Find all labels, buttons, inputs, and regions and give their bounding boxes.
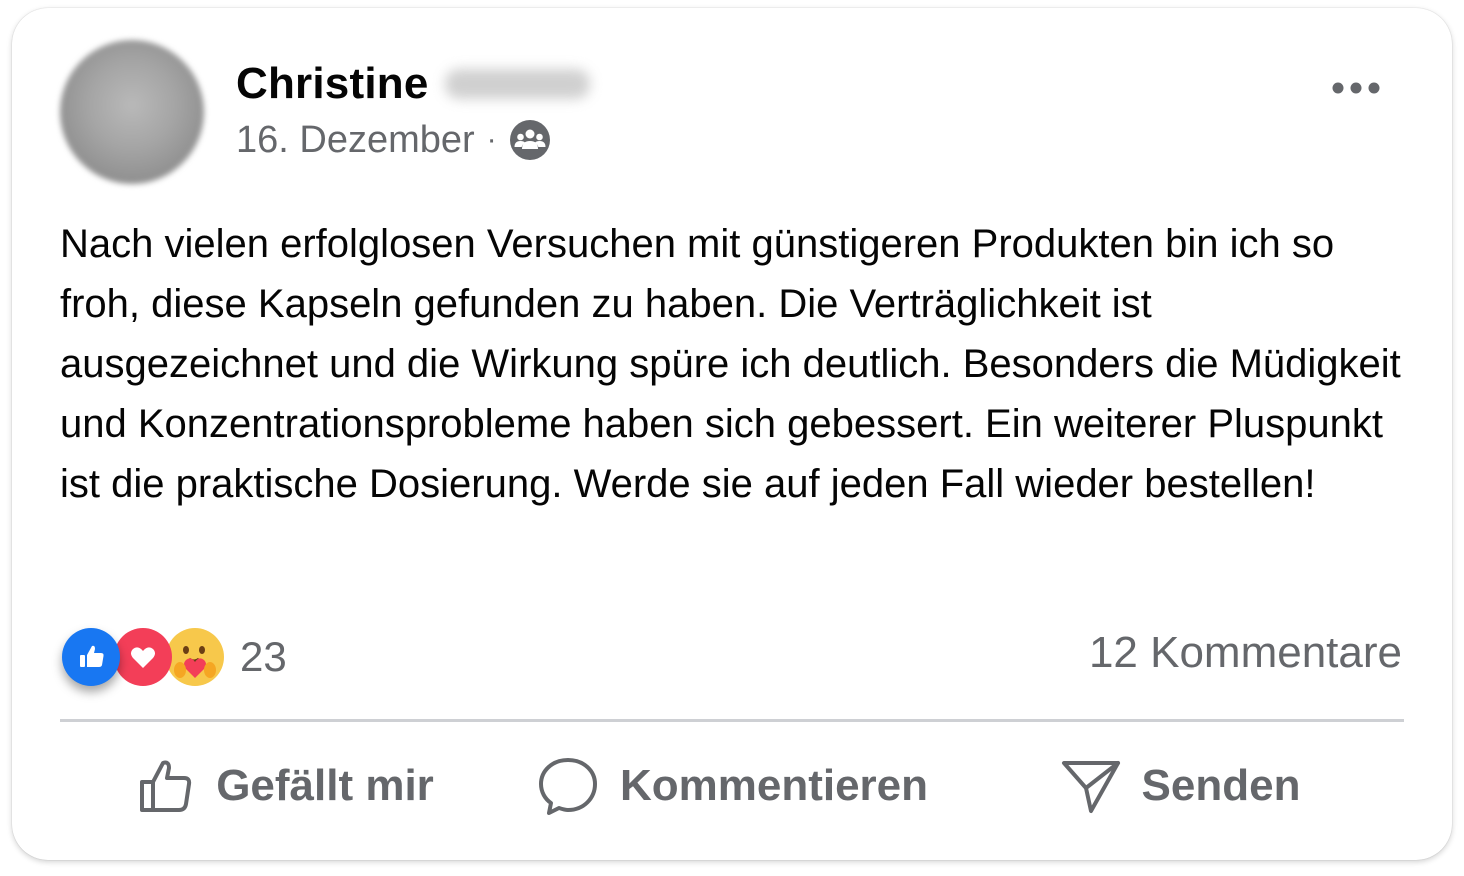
reaction-count: 23 — [240, 633, 287, 680]
author-surname-redacted — [444, 69, 590, 99]
post-card: Christine 16. Dezember · Nach vielen erf… — [12, 8, 1452, 860]
comment-button-label: Kommentieren — [619, 761, 929, 810]
avatar[interactable] — [60, 40, 204, 184]
care-reaction-icon — [166, 628, 224, 686]
comment-bubble-icon — [538, 758, 597, 815]
comment-button[interactable]: Kommentieren — [508, 736, 956, 836]
send-button[interactable]: Senden — [956, 736, 1404, 836]
author-name[interactable]: Christine — [236, 59, 429, 109]
action-bar: Gefällt mir Kommentieren Senden — [60, 736, 1404, 836]
send-button-label: Senden — [1141, 761, 1301, 810]
reactions-summary[interactable]: 23 — [62, 625, 287, 689]
thumbs-up-icon — [140, 760, 192, 812]
send-icon — [1061, 761, 1120, 813]
post-meta: 16. Dezember · — [236, 116, 551, 164]
like-button-label: Gefällt mir — [216, 761, 434, 810]
like-reaction-icon — [62, 628, 120, 686]
love-reaction-icon — [114, 628, 172, 686]
more-horizontal-icon — [1332, 82, 1380, 94]
author-row: Christine — [236, 56, 590, 112]
like-button[interactable]: Gefällt mir — [60, 736, 508, 836]
meta-separator: · — [486, 123, 497, 156]
comments-count-link[interactable]: 12 Kommentare — [1089, 628, 1402, 678]
more-options-button[interactable] — [1328, 70, 1384, 106]
friends-icon[interactable] — [509, 119, 551, 161]
divider — [60, 719, 1404, 722]
post-date[interactable]: 16. Dezember — [236, 119, 475, 162]
post-body-text: Nach vielen erfolglosen Versuchen mit gü… — [60, 222, 1401, 506]
